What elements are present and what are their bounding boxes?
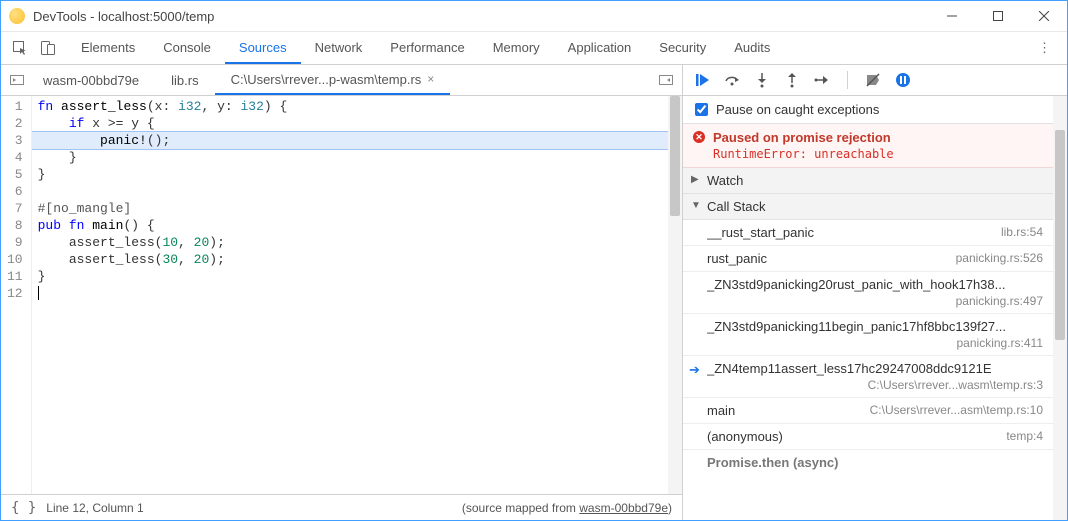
paused-banner: ✕ Paused on promise rejection RuntimeErr…: [683, 124, 1053, 168]
step-icon[interactable]: [813, 71, 831, 89]
tab-sources[interactable]: Sources: [225, 32, 301, 64]
chevron-down-icon: ▼: [691, 200, 701, 211]
status-bar: { } Line 12, Column 1 (source mapped fro…: [1, 494, 682, 520]
main-tabs-row: ElementsConsoleSourcesNetworkPerformance…: [1, 32, 1067, 65]
code-content[interactable]: fn assert_less(x: i32, y: i32) { if x >=…: [32, 96, 682, 494]
step-into-icon[interactable]: [753, 71, 771, 89]
editor-scrollbar[interactable]: [668, 96, 682, 494]
stack-frame[interactable]: _ZN3std9panicking11begin_panic17hf8bbc13…: [683, 314, 1053, 356]
stack-frame[interactable]: mainC:\Users\rrever...asm\temp.rs:10: [683, 398, 1053, 424]
close-button[interactable]: [1021, 1, 1067, 32]
call-stack-list: __rust_start_paniclib.rs:54rust_panicpan…: [683, 220, 1053, 450]
window-title: DevTools - localhost:5000/temp: [33, 9, 929, 24]
pause-on-exceptions-row[interactable]: Pause on caught exceptions: [683, 96, 1053, 124]
file-tab[interactable]: wasm-00bbd79e: [27, 65, 155, 95]
source-map-info: (source mapped from wasm-00bbd79e): [462, 501, 672, 515]
code-editor[interactable]: 123456789101112 fn assert_less(x: i32, y…: [1, 96, 682, 494]
maximize-button[interactable]: [975, 1, 1021, 32]
paused-detail: RuntimeError: unreachable: [713, 147, 1043, 161]
inspect-icon[interactable]: [11, 39, 29, 57]
file-tabs-row: wasm-00bbd79elib.rsC:\Users\rrever...p-w…: [1, 65, 682, 96]
chevron-right-icon: ▶: [691, 174, 699, 185]
deactivate-breakpoints-icon[interactable]: [864, 71, 882, 89]
nav-right-icon[interactable]: [656, 73, 676, 87]
tab-console[interactable]: Console: [149, 32, 225, 64]
stack-frame[interactable]: ➔_ZN4temp11assert_less17hc29247008ddc912…: [683, 356, 1053, 398]
step-out-icon[interactable]: [783, 71, 801, 89]
line-gutter: 123456789101112: [1, 96, 32, 494]
titlebar: DevTools - localhost:5000/temp: [1, 1, 1067, 32]
pause-exceptions-icon[interactable]: [894, 71, 912, 89]
watch-header[interactable]: ▶ Watch: [683, 168, 1053, 194]
tab-audits[interactable]: Audits: [720, 32, 784, 64]
paused-title: Paused on promise rejection: [713, 130, 1043, 145]
devtools-window: DevTools - localhost:5000/temp ElementsC…: [0, 0, 1068, 521]
device-icon[interactable]: [39, 39, 57, 57]
debugger-toolbar: [683, 65, 1067, 96]
minimize-button[interactable]: [929, 1, 975, 32]
current-frame-icon: ➔: [689, 362, 700, 378]
cursor-position: Line 12, Column 1: [46, 501, 143, 515]
async-divider: Promise.then (async): [683, 450, 1053, 475]
chrome-icon: [9, 8, 25, 24]
nav-toggle-icon[interactable]: [7, 73, 27, 87]
source-map-link[interactable]: wasm-00bbd79e: [579, 501, 668, 515]
tab-elements[interactable]: Elements: [67, 32, 149, 64]
pause-on-exceptions-checkbox[interactable]: [695, 103, 708, 116]
callstack-header[interactable]: ▼ Call Stack: [683, 194, 1053, 220]
tab-application[interactable]: Application: [554, 32, 646, 64]
tab-memory[interactable]: Memory: [479, 32, 554, 64]
stack-frame[interactable]: _ZN3std9panicking20rust_panic_with_hook1…: [683, 272, 1053, 314]
pretty-print-icon[interactable]: { }: [11, 500, 36, 516]
stack-frame[interactable]: (anonymous)temp:4: [683, 424, 1053, 450]
debugger-pane: Pause on caught exceptions ✕ Paused on p…: [683, 65, 1067, 520]
tab-network[interactable]: Network: [301, 32, 377, 64]
file-tab[interactable]: C:\Users\rrever...p-wasm\temp.rs×: [215, 65, 451, 95]
file-tab[interactable]: lib.rs: [155, 65, 214, 95]
stack-frame[interactable]: rust_panicpanicking.rs:526: [683, 246, 1053, 272]
pause-on-exceptions-label: Pause on caught exceptions: [716, 102, 879, 117]
close-icon[interactable]: ×: [427, 72, 434, 86]
main-tabs: ElementsConsoleSourcesNetworkPerformance…: [67, 32, 784, 64]
file-tabs: wasm-00bbd79elib.rsC:\Users\rrever...p-w…: [27, 65, 450, 95]
step-over-icon[interactable]: [723, 71, 741, 89]
stack-frame[interactable]: __rust_start_paniclib.rs:54: [683, 220, 1053, 246]
error-icon: ✕: [693, 131, 705, 143]
debugger-scrollbar[interactable]: [1053, 96, 1067, 520]
resume-icon[interactable]: [693, 71, 711, 89]
more-icon[interactable]: ⋮: [1028, 40, 1061, 56]
window-controls: [929, 1, 1067, 32]
sources-pane: wasm-00bbd79elib.rsC:\Users\rrever...p-w…: [1, 65, 683, 520]
tab-performance[interactable]: Performance: [376, 32, 478, 64]
tab-security[interactable]: Security: [645, 32, 720, 64]
